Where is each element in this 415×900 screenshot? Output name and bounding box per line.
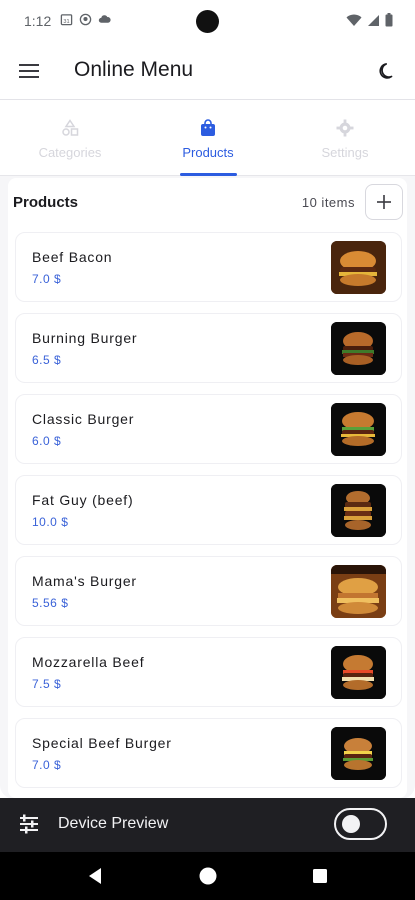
svg-text:31: 31 bbox=[63, 19, 69, 25]
list-item[interactable]: Burning Burger 6.5 $ bbox=[15, 313, 402, 383]
shapes-icon bbox=[62, 118, 79, 136]
tab-categories[interactable]: Categories bbox=[1, 100, 139, 176]
tab-label: Categories bbox=[38, 144, 102, 160]
burger-photo bbox=[331, 322, 386, 375]
hamburger-menu-button[interactable] bbox=[14, 56, 44, 86]
system-navigation-bar bbox=[0, 852, 415, 900]
products-panel: Products 10 items Beef Bacon 7.0 $ Burni… bbox=[8, 178, 407, 798]
calendar-icon: 31 bbox=[60, 14, 73, 26]
list-item[interactable]: Fat Guy (beef) 10.0 $ bbox=[15, 475, 402, 545]
front-camera bbox=[196, 10, 219, 33]
device-preview-bar: Device Preview bbox=[0, 798, 415, 852]
product-image bbox=[331, 241, 386, 294]
list-item[interactable]: Mama's Burger 5.56 $ bbox=[15, 556, 402, 626]
tab-settings[interactable]: Settings bbox=[276, 100, 414, 176]
hamburger-icon bbox=[19, 64, 39, 78]
device-preview-label: Device Preview bbox=[58, 815, 169, 832]
plus-icon bbox=[377, 195, 391, 209]
burger-photo bbox=[331, 241, 386, 294]
device-preview-toggle[interactable] bbox=[334, 808, 387, 840]
product-price: 7.5 $ bbox=[32, 677, 62, 691]
product-price: 5.56 $ bbox=[32, 596, 69, 610]
app-bar: Online Menu bbox=[0, 42, 415, 100]
status-bar: 1:12 31 bbox=[0, 0, 415, 42]
add-product-button[interactable] bbox=[365, 184, 403, 220]
products-header: Products 10 items bbox=[8, 178, 407, 226]
list-item[interactable]: Special Beef Burger 7.0 $ bbox=[15, 718, 402, 788]
product-name: Burning Burger bbox=[32, 330, 138, 346]
active-tab-indicator bbox=[180, 173, 237, 176]
status-time: 1:12 bbox=[24, 13, 52, 29]
section-title: Products bbox=[13, 194, 79, 211]
product-name: Special Beef Burger bbox=[32, 735, 172, 751]
product-image bbox=[331, 484, 386, 537]
product-price: 7.0 $ bbox=[32, 272, 62, 286]
burger-photo bbox=[331, 403, 386, 456]
list-item[interactable]: Beef Bacon 7.0 $ bbox=[15, 232, 402, 302]
product-image bbox=[331, 403, 386, 456]
burger-photo bbox=[331, 484, 386, 537]
github-icon bbox=[79, 13, 92, 26]
product-name: Beef Bacon bbox=[32, 249, 113, 265]
tab-label: Products bbox=[182, 144, 234, 160]
burger-photo bbox=[331, 646, 386, 699]
recents-icon[interactable] bbox=[310, 866, 330, 886]
product-price: 7.0 $ bbox=[32, 758, 62, 772]
list-item[interactable]: Classic Burger 6.0 $ bbox=[15, 394, 402, 464]
product-image bbox=[331, 322, 386, 375]
wifi-icon bbox=[346, 14, 362, 26]
battery-icon bbox=[385, 13, 393, 27]
moon-icon bbox=[379, 63, 393, 79]
page-title: Online Menu bbox=[74, 58, 194, 81]
dark-mode-toggle-button[interactable] bbox=[373, 56, 403, 86]
product-image bbox=[331, 646, 386, 699]
sliders-icon[interactable] bbox=[18, 813, 40, 835]
toggle-knob bbox=[342, 815, 360, 833]
item-count: 10 items bbox=[301, 195, 355, 210]
list-item[interactable]: Mozzarella Beef 7.5 $ bbox=[15, 637, 402, 707]
product-price: 6.0 $ bbox=[32, 434, 62, 448]
products-list: Beef Bacon 7.0 $ Burning Burger 6.5 $ Cl… bbox=[15, 232, 402, 799]
tab-bar: Categories Products Settings bbox=[0, 100, 415, 176]
product-name: Mama's Burger bbox=[32, 573, 137, 589]
product-name: Fat Guy (beef) bbox=[32, 492, 134, 508]
cloud-icon bbox=[98, 15, 111, 23]
shopping-bag-icon bbox=[201, 118, 215, 136]
status-notification-icons: 31 bbox=[60, 13, 111, 26]
product-image bbox=[331, 727, 386, 780]
gear-icon bbox=[336, 119, 354, 136]
product-price: 6.5 $ bbox=[32, 353, 62, 367]
burger-photo bbox=[331, 727, 386, 780]
tab-products[interactable]: Products bbox=[139, 100, 277, 176]
tab-label: Settings bbox=[321, 144, 369, 160]
back-icon[interactable] bbox=[86, 866, 106, 886]
product-name: Mozzarella Beef bbox=[32, 654, 145, 670]
burger-photo bbox=[331, 565, 386, 618]
signal-icon bbox=[368, 14, 379, 26]
home-icon[interactable] bbox=[198, 866, 218, 886]
status-system-icons bbox=[346, 13, 393, 27]
product-price: 10.0 $ bbox=[32, 515, 69, 529]
product-image bbox=[331, 565, 386, 618]
product-name: Classic Burger bbox=[32, 411, 135, 427]
main-panel: Categories Products Settings Products 10… bbox=[0, 99, 415, 799]
